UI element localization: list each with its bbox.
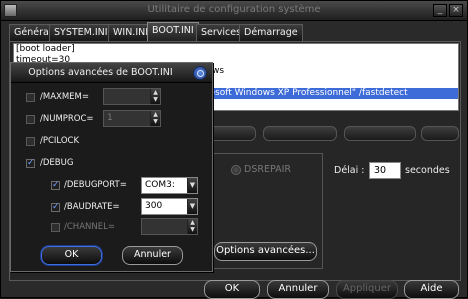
numproc-checkbox[interactable] <box>26 115 35 124</box>
ok-button[interactable]: OK <box>204 280 260 299</box>
debugport-checkbox[interactable]: ✓ <box>51 181 60 190</box>
dialog-close-icon[interactable] <box>193 66 207 80</box>
tab-boot-ini[interactable]: BOOT.INI <box>147 22 199 41</box>
dsrepair-radio[interactable] <box>231 165 241 175</box>
window-title: Utilitaire de configuration système <box>147 4 321 15</box>
debugport-combo[interactable]: COM3: ▼ <box>141 177 198 194</box>
timeout-unit: secondes <box>405 165 450 176</box>
move-up-button[interactable] <box>344 126 416 141</box>
baudrate-value: 300 <box>145 201 163 211</box>
debugport-value: COM3: <box>145 180 175 190</box>
maxmem-checkbox[interactable] <box>26 93 35 102</box>
apply-button[interactable]: Appliquer <box>336 280 398 299</box>
minimize-button[interactable]: _ <box>433 4 447 17</box>
baudrate-checkbox[interactable]: ✓ <box>51 203 60 212</box>
spinner-arrows-icon[interactable]: ▲ ▼ <box>150 111 160 126</box>
debugport-label: /DEBUGPORT= <box>64 180 127 190</box>
dialog-title: Options avancées de BOOT.INI <box>28 67 173 78</box>
close-button[interactable]: × <box>449 4 463 17</box>
spinner-arrows-icon[interactable]: ▲ ▼ <box>187 219 197 234</box>
dialog-title-bar: Options avancées de BOOT.INI <box>11 63 212 83</box>
maxmem-label: /MAXMEM= <box>40 92 89 102</box>
debug-label: /DEBUG <box>40 158 74 168</box>
set-default-button[interactable] <box>263 126 337 141</box>
move-down-button[interactable] <box>421 126 459 141</box>
numproc-spinner[interactable]: 1 ▲ ▼ <box>103 110 161 127</box>
advanced-options-dialog: Options avancées de BOOT.INI /MAXMEM= ▲ ▼… <box>10 62 213 272</box>
dialog-cancel-button[interactable]: Annuler <box>122 246 183 265</box>
timeout-label: Délai : <box>334 165 365 176</box>
channel-label: /CHANNEL= <box>64 222 115 232</box>
numproc-value: 1 <box>107 113 113 123</box>
pcilock-label: /PCILOCK <box>40 136 80 146</box>
chevron-down-icon[interactable]: ▼ <box>187 199 197 214</box>
numproc-label: /NUMPROC= <box>40 114 94 124</box>
help-button[interactable]: Aide <box>404 280 459 299</box>
baudrate-label: /BAUDRATE= <box>64 202 120 212</box>
maxmem-spinner[interactable]: ▲ ▼ <box>103 88 161 105</box>
dsrepair-label: DSREPAIR <box>244 164 291 175</box>
title-bar: Utilitaire de configuration système _ × <box>1 1 467 21</box>
timeout-input[interactable]: 30 <box>369 162 401 179</box>
tab-demarrage[interactable]: Démarrage <box>239 24 303 41</box>
tab-system-ini[interactable]: SYSTEM.INI <box>49 24 113 41</box>
spinner-arrows-icon[interactable]: ▲ ▼ <box>150 89 160 104</box>
channel-checkbox[interactable] <box>51 223 60 232</box>
boot-line: [boot loader] <box>16 44 75 54</box>
baudrate-combo[interactable]: 300 ▼ <box>141 198 198 215</box>
pcilock-checkbox[interactable] <box>26 137 35 146</box>
chevron-down-icon[interactable]: ▼ <box>187 178 197 193</box>
dialog-ok-button[interactable]: OK <box>41 246 102 265</box>
advanced-options-button[interactable]: Options avancées... <box>214 242 317 261</box>
channel-spinner[interactable]: ▲ ▼ <box>141 218 198 235</box>
cancel-button[interactable]: Annuler <box>267 280 329 299</box>
debug-checkbox[interactable]: ✓ <box>26 159 35 168</box>
